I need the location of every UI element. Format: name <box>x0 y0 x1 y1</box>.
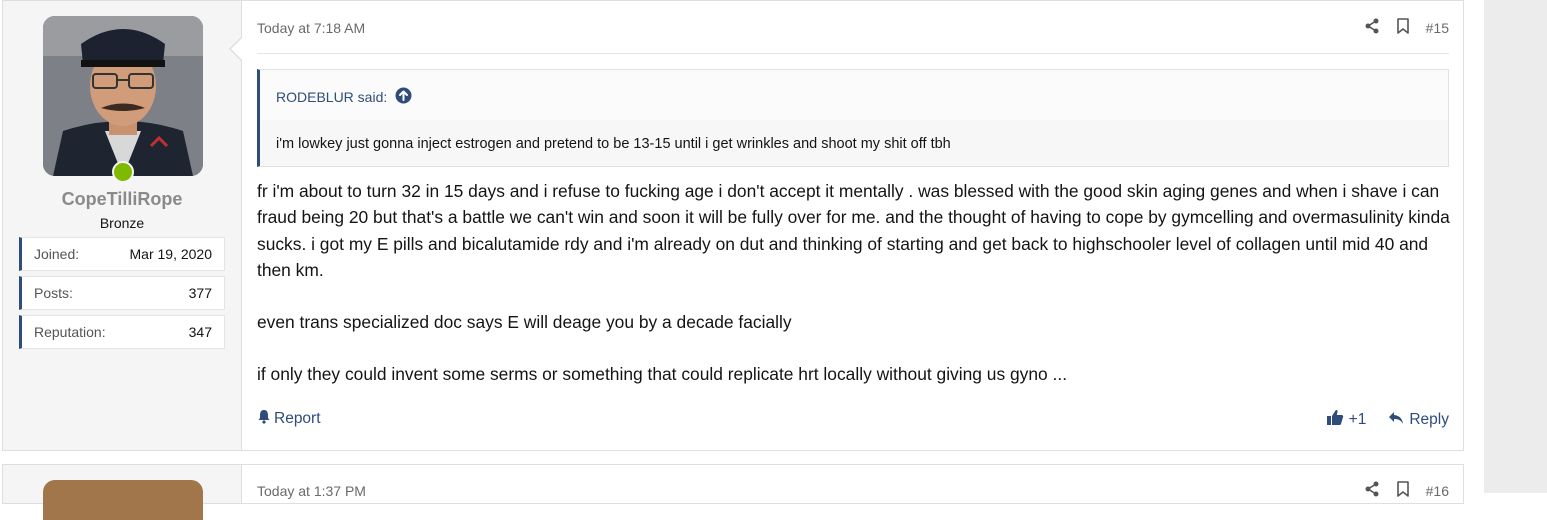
stat-label: Reputation: <box>34 324 106 340</box>
report-label[interactable]: Report <box>274 410 321 428</box>
quote-header-bg <box>260 70 1448 120</box>
user-sidebar <box>3 465 242 520</box>
stat-value: 377 <box>188 285 212 301</box>
like-button[interactable]: +1 <box>1326 409 1367 431</box>
post-body: fr i'm about to turn 32 in 15 days and i… <box>257 178 1451 388</box>
user-stat-joined: Joined: Mar 19, 2020 <box>19 237 225 271</box>
stat-value: 347 <box>188 324 212 340</box>
post-number[interactable]: #15 <box>1426 20 1449 36</box>
post-actions: +1 Reply <box>1326 409 1449 431</box>
quote-block: RODEBLUR said: i'm lowkey just gonna inj… <box>257 69 1449 167</box>
post-meta-actions: #15 <box>1364 18 1449 37</box>
quote-text: i'm lowkey just gonna inject estrogen an… <box>276 136 951 152</box>
user-stat-reputation: Reputation: 347 <box>19 315 225 349</box>
post-number[interactable]: #16 <box>1426 483 1449 499</box>
post-footer: Report +1 Reply <box>257 409 1449 431</box>
avatar[interactable] <box>43 16 203 176</box>
post-date[interactable]: Today at 1:37 PM <box>257 483 366 499</box>
forum-post: CopeTilliRope Bronze Joined: Mar 19, 202… <box>2 0 1464 451</box>
post-date[interactable]: Today at 7:18 AM <box>257 20 365 36</box>
quote-author[interactable]: RODEBLUR said: <box>276 89 387 105</box>
stat-label: Posts: <box>34 285 73 301</box>
forum-post: Today at 1:37 PM #16 <box>2 464 1464 520</box>
user-title: Bronze <box>99 215 145 231</box>
like-count[interactable]: +1 <box>1349 411 1367 429</box>
post-paragraph: if only they could invent some serms or … <box>257 364 1068 385</box>
report-link[interactable]: Report <box>257 409 321 429</box>
arrow-up-circle-icon[interactable] <box>395 87 412 107</box>
post-paragraph: even trans specialized doc says E will d… <box>257 312 792 333</box>
reply-label[interactable]: Reply <box>1409 411 1449 429</box>
thumbs-up-icon <box>1326 409 1344 431</box>
user-stat-posts: Posts: 377 <box>19 276 225 310</box>
stat-value: Mar 19, 2020 <box>129 246 213 262</box>
bookmark-icon[interactable] <box>1396 18 1410 37</box>
page-gutter <box>1484 0 1547 493</box>
avatar-image <box>43 16 203 176</box>
reply-button[interactable]: Reply <box>1388 411 1449 430</box>
user-sidebar: CopeTilliRope Bronze Joined: Mar 19, 202… <box>3 1 242 450</box>
bell-icon <box>257 409 271 429</box>
share-icon[interactable] <box>1364 481 1380 500</box>
username[interactable]: CopeTilliRope <box>3 189 241 210</box>
avatar[interactable] <box>43 480 203 520</box>
share-icon[interactable] <box>1364 18 1380 37</box>
divider <box>257 53 1449 54</box>
bookmark-icon[interactable] <box>1396 481 1410 500</box>
quote-header[interactable]: RODEBLUR said: <box>276 87 412 107</box>
reply-icon <box>1388 411 1404 430</box>
message-arrow-fill <box>231 38 242 60</box>
stat-label: Joined: <box>34 246 80 262</box>
post-paragraph: fr i'm about to turn 32 in 15 days and i… <box>257 181 1450 280</box>
online-status-indicator <box>112 161 134 183</box>
post-meta-actions: #16 <box>1364 481 1449 500</box>
